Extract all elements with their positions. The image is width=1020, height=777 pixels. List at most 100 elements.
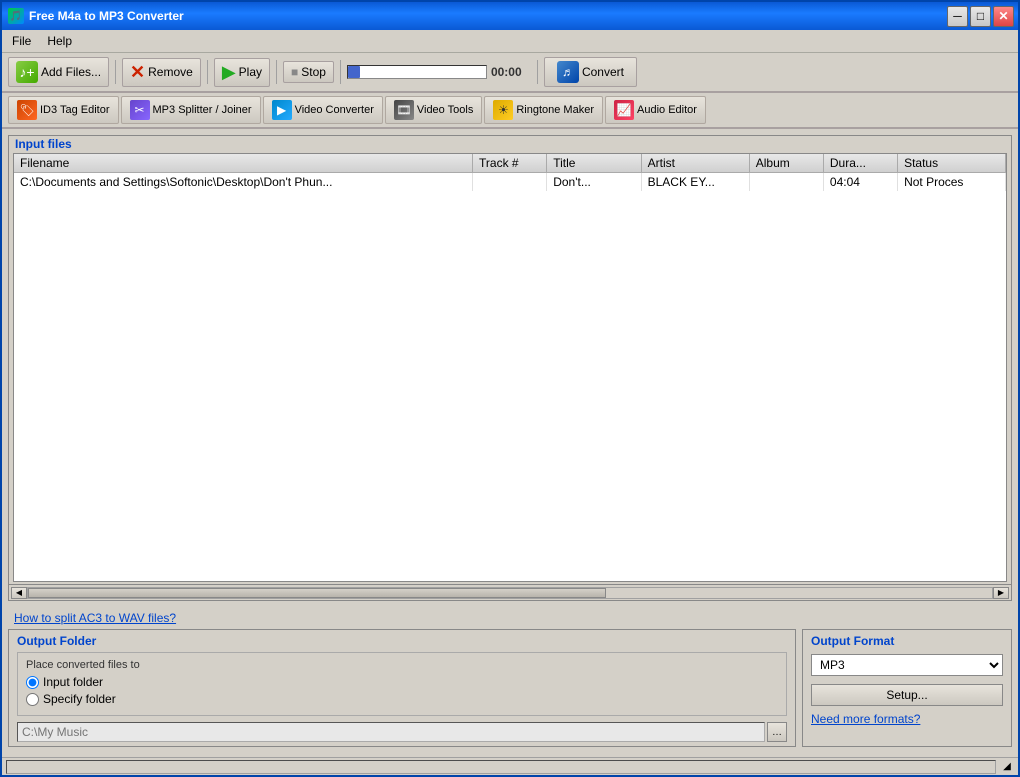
path-browse-button[interactable]: … xyxy=(767,722,787,742)
scrollbar-horizontal[interactable]: ◀ ▶ xyxy=(9,584,1011,600)
add-files-icon: ♪+ xyxy=(16,61,38,83)
remove-icon: ✕ xyxy=(130,62,145,83)
table-cell: Not Proces xyxy=(898,173,1006,192)
title-bar: 🎵 Free M4a to MP3 Converter ─ □ ✕ xyxy=(2,2,1018,30)
menu-bar: File Help xyxy=(2,30,1018,53)
toolbar-separator-3 xyxy=(276,60,277,84)
toolbar-separator-4 xyxy=(340,60,341,84)
add-files-button[interactable]: ♪+ Add Files... xyxy=(8,57,109,87)
col-track[interactable]: Track # xyxy=(473,154,547,173)
input-files-label: Input files xyxy=(9,135,1011,151)
place-converted-label: Place converted files to xyxy=(26,659,778,671)
table-cell: C:\Documents and Settings\Softonic\Deskt… xyxy=(14,173,473,192)
output-format-box: Output Format MP3 WAV OGG FLAC AAC WMA S… xyxy=(802,629,1012,747)
help-link[interactable]: How to split AC3 to WAV files? xyxy=(8,607,1012,629)
convert-icon: ♬ xyxy=(557,61,579,83)
window-title: Free M4a to MP3 Converter xyxy=(29,9,184,23)
radio-specify-folder-row: Specify folder xyxy=(26,692,778,706)
table-row[interactable]: C:\Documents and Settings\Softonic\Deskt… xyxy=(14,173,1006,192)
menu-help[interactable]: Help xyxy=(41,32,78,50)
file-table-wrapper[interactable]: Filename Track # Title Artist Album Dura… xyxy=(13,153,1007,582)
progress-track[interactable] xyxy=(347,65,487,79)
input-files-group: Input files Filename Track # Title Artis… xyxy=(8,135,1012,601)
main-content: Input files Filename Track # Title Artis… xyxy=(2,129,1018,757)
bottom-panels: Output Folder Place converted files to I… xyxy=(8,629,1012,751)
status-bar: ◢ xyxy=(2,757,1018,775)
id3-label: ID3 Tag Editor xyxy=(40,104,110,116)
vidtools-icon: 🎞 xyxy=(394,100,414,120)
play-button[interactable]: ▶ Play xyxy=(214,58,270,87)
col-status[interactable]: Status xyxy=(898,154,1006,173)
ringtone-label: Ringtone Maker xyxy=(516,104,594,116)
col-duration[interactable]: Dura... xyxy=(823,154,897,173)
radio-input-folder-label: Input folder xyxy=(43,675,103,689)
file-table: Filename Track # Title Artist Album Dura… xyxy=(14,154,1006,191)
table-cell xyxy=(749,173,823,192)
menu-file[interactable]: File xyxy=(6,32,37,50)
output-folder-label: Output Folder xyxy=(17,634,787,648)
time-display: 00:00 xyxy=(491,65,531,79)
table-cell: BLACK EY... xyxy=(641,173,749,192)
stop-button[interactable]: ■ Stop xyxy=(283,61,334,83)
radio-specify-folder[interactable] xyxy=(26,693,39,706)
video-converter-button[interactable]: ▶ Video Converter xyxy=(263,96,383,124)
maximize-button[interactable]: □ xyxy=(970,6,991,27)
id3-tag-editor-button[interactable]: 🏷 ID3 Tag Editor xyxy=(8,96,119,124)
play-label: Play xyxy=(239,65,262,79)
path-input[interactable] xyxy=(17,722,765,742)
tools-bar: 🏷 ID3 Tag Editor ✂ MP3 Splitter / Joiner… xyxy=(2,93,1018,129)
col-title[interactable]: Title xyxy=(547,154,641,173)
convert-label: Convert xyxy=(582,65,624,79)
ringtone-maker-button[interactable]: ☀ Ringtone Maker xyxy=(484,96,603,124)
radio-specify-folder-label: Specify folder xyxy=(43,692,116,706)
play-icon: ▶ xyxy=(222,62,236,83)
format-select[interactable]: MP3 WAV OGG FLAC AAC WMA xyxy=(811,654,1003,676)
video-label: Video Converter xyxy=(295,104,374,116)
splitter-icon: ✂ xyxy=(130,100,150,120)
stop-label: Stop xyxy=(301,65,326,79)
ringtone-icon: ☀ xyxy=(493,100,513,120)
radio-input-folder[interactable] xyxy=(26,676,39,689)
toolbar: ♪+ Add Files... ✕ Remove ▶ Play ■ Stop xyxy=(2,53,1018,93)
format-select-row: MP3 WAV OGG FLAC AAC WMA xyxy=(811,654,1003,676)
convert-button[interactable]: ♬ Convert xyxy=(544,57,637,87)
status-panel xyxy=(6,760,996,774)
video-icon: ▶ xyxy=(272,100,292,120)
splitter-label: MP3 Splitter / Joiner xyxy=(153,104,252,116)
progress-thumb xyxy=(348,66,360,78)
close-button[interactable]: ✕ xyxy=(993,6,1014,27)
audio-icon: 📈 xyxy=(614,100,634,120)
need-formats-link[interactable]: Need more formats? xyxy=(811,712,1003,726)
radio-input-folder-row: Input folder xyxy=(26,675,778,689)
title-bar-left: 🎵 Free M4a to MP3 Converter xyxy=(8,8,184,24)
toolbar-separator-2 xyxy=(207,60,208,84)
stop-icon: ■ xyxy=(291,65,298,79)
table-cell: 04:04 xyxy=(823,173,897,192)
video-tools-button[interactable]: 🎞 Video Tools xyxy=(385,96,482,124)
output-folder-box: Output Folder Place converted files to I… xyxy=(8,629,796,747)
col-album[interactable]: Album xyxy=(749,154,823,173)
scrollbar-track[interactable] xyxy=(27,587,993,599)
title-bar-buttons: ─ □ ✕ xyxy=(947,6,1014,27)
setup-button[interactable]: Setup... xyxy=(811,684,1003,706)
col-artist[interactable]: Artist xyxy=(641,154,749,173)
col-filename[interactable]: Filename xyxy=(14,154,473,173)
app-icon: 🎵 xyxy=(8,8,24,24)
audio-editor-label: Audio Editor xyxy=(637,104,697,116)
remove-label: Remove xyxy=(148,65,193,79)
remove-button[interactable]: ✕ Remove xyxy=(122,58,201,87)
scrollbar-thumb xyxy=(28,588,606,598)
output-format-label: Output Format xyxy=(811,634,1003,648)
place-group: Place converted files to Input folder Sp… xyxy=(17,652,787,716)
add-files-label: Add Files... xyxy=(41,65,101,79)
scroll-right-arrow[interactable]: ▶ xyxy=(993,587,1009,599)
id3-icon: 🏷 xyxy=(17,100,37,120)
mp3-splitter-button[interactable]: ✂ MP3 Splitter / Joiner xyxy=(121,96,261,124)
audio-editor-button[interactable]: 📈 Audio Editor xyxy=(605,96,706,124)
resize-grip: ◢ xyxy=(1000,760,1014,774)
minimize-button[interactable]: ─ xyxy=(947,6,968,27)
table-cell xyxy=(473,173,547,192)
vidtools-label: Video Tools xyxy=(417,104,473,116)
scroll-left-arrow[interactable]: ◀ xyxy=(11,587,27,599)
window-body: File Help ♪+ Add Files... ✕ Remove ▶ Pla… xyxy=(2,30,1018,775)
